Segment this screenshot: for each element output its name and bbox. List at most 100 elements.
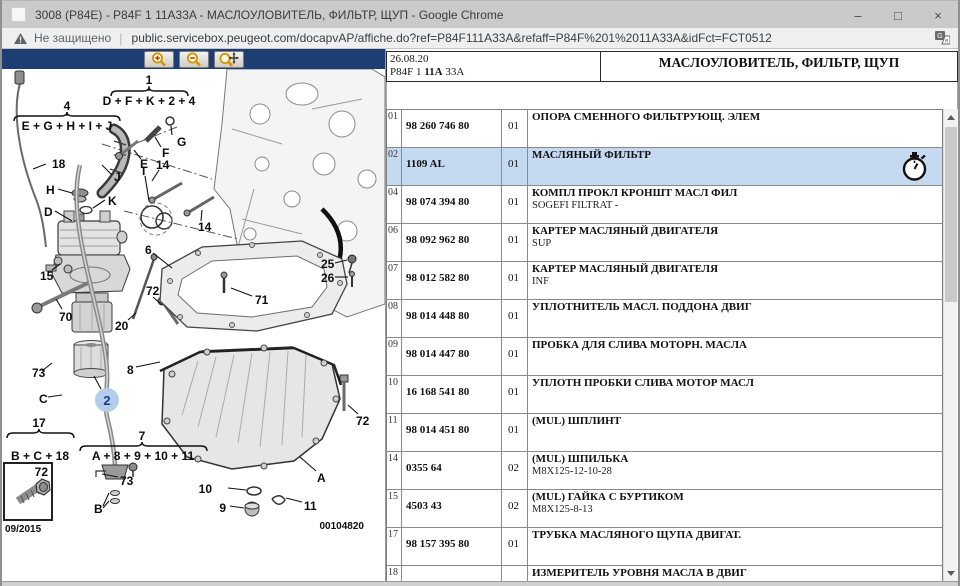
callout-group17-formula: B + C + 18	[11, 449, 69, 463]
part-description: (MUL) ШПЛИНТ	[532, 415, 942, 428]
callout-10: 10	[199, 482, 213, 496]
window-bottom-edge	[2, 581, 958, 586]
quantity: 01	[501, 110, 527, 147]
zoom-in-button[interactable]	[144, 51, 174, 68]
part-description: УПЛОТН ПРОБКИ СЛИВА МОТОР МАСЛ	[532, 377, 942, 390]
row-number: 10	[387, 376, 401, 413]
part-note: INF	[532, 276, 942, 288]
description-cell: (MUL) ШПИЛЬКА M8X125-12-10-28	[527, 452, 942, 489]
row-number: 08	[387, 300, 401, 337]
callout-73a: 73	[32, 366, 46, 380]
part-note: SOGEFI FILTRAT -	[532, 200, 942, 212]
callout-6: 6	[145, 243, 152, 257]
minimize-button[interactable]: –	[838, 1, 878, 29]
table-row[interactable]: 04 98 074 394 80 01 КОМПЛ ПРОКЛ КРОНШТ М…	[387, 186, 942, 224]
row-number: 07	[387, 262, 401, 299]
scrollbar-down-arrow-icon[interactable]	[944, 565, 958, 581]
svg-text:G: G	[937, 33, 942, 40]
maximize-button[interactable]: □	[878, 1, 918, 29]
table-scrollbar[interactable]	[943, 109, 958, 581]
browser-window: 3008 (P84E) - P84F 1 11A33A - МАСЛОУЛОВИ…	[0, 0, 960, 586]
page-favicon	[11, 7, 26, 22]
description-cell: УПЛОТНИТЕЛЬ МАСЛ. ПОДДОНА ДВИГ	[527, 300, 942, 337]
part-description: КАРТЕР МАСЛЯНЫЙ ДВИГАТЕЛЯ	[532, 225, 942, 238]
callout-18: 18	[52, 157, 66, 171]
quantity: 01	[501, 414, 527, 451]
quantity: 02	[501, 490, 527, 527]
table-row[interactable]: 01 98 260 746 80 01 ОПОРА СМЕННОГО ФИЛЬТ…	[387, 110, 942, 148]
table-row[interactable]: 17 98 157 395 80 01 ТРУБКА МАСЛЯНОГО ЩУП…	[387, 528, 942, 566]
description-cell: МАСЛЯНЫЙ ФИЛЬТР	[527, 148, 942, 185]
callout-I: I	[142, 164, 145, 178]
part-note: M8X125-8-13	[532, 504, 942, 516]
row-number: 18	[387, 566, 401, 581]
part-number: 1109 AL	[401, 148, 501, 185]
description-cell: ОПОРА СМЕННОГО ФИЛЬТРУЮЩ. ЭЛЕМ	[527, 110, 942, 147]
row-number: 14	[387, 452, 401, 489]
quantity: 01	[501, 224, 527, 261]
description-cell: КАРТЕР МАСЛЯНЫЙ ДВИГАТЕЛЯ INF	[527, 262, 942, 299]
diagram-canvas[interactable]: 1 D + F + K + 2 + 4 4 E + G + H + I + J …	[2, 69, 385, 581]
table-row[interactable]: 02 1109 AL 01 МАСЛЯНЫЙ ФИЛЬТР	[387, 148, 942, 186]
url-field[interactable]: public.servicebox.peugeot.com/docapvAP/a…	[132, 31, 927, 45]
zoom-out-button[interactable]	[179, 51, 209, 68]
document-ref-code: P84F 1 11A 33A	[390, 66, 597, 79]
inset-date: 09/2015	[5, 524, 42, 535]
part-number: 98 014 451 80	[401, 414, 501, 451]
quantity: 01	[501, 376, 527, 413]
table-row[interactable]: 07 98 012 582 80 01 КАРТЕР МАСЛЯНЫЙ ДВИГ…	[387, 262, 942, 300]
description-cell: ПРОБКА ДЛЯ СЛИВА МОТОРН. МАСЛА	[527, 338, 942, 375]
part-description: КОМПЛ ПРОКЛ КРОНШТ МАСЛ ФИЛ	[532, 187, 942, 200]
description-cell: КАРТЕР МАСЛЯНЫЙ ДВИГАТЕЛЯ SUP	[527, 224, 942, 261]
callout-2-highlighted: 2	[103, 393, 110, 408]
callout-H: H	[46, 183, 55, 197]
callout-73b: 73	[120, 474, 134, 488]
part-number: 98 260 746 80	[401, 110, 501, 147]
part-number	[401, 566, 501, 581]
part-number: 4503 43	[401, 490, 501, 527]
description-cell: (MUL) ГАЙКА С БУРТИКОМ M8X125-8-13	[527, 490, 942, 527]
callout-group4-number: 4	[64, 99, 71, 113]
scrollbar-thumb[interactable]	[945, 127, 957, 302]
not-secure-warning-icon[interactable]	[14, 33, 27, 44]
table-row[interactable]: 15 4503 43 02 (MUL) ГАЙКА С БУРТИКОМ M8X…	[387, 490, 942, 528]
zoom-pan-button[interactable]	[214, 51, 244, 68]
address-bar: Не защищено | public.servicebox.peugeot.…	[2, 28, 958, 49]
callout-9: 9	[219, 501, 226, 515]
table-row[interactable]: 11 98 014 451 80 01 (MUL) ШПЛИНТ	[387, 414, 942, 452]
callout-group1-formula: D + F + K + 2 + 4	[103, 94, 196, 108]
part-description: КАРТЕР МАСЛЯНЫЙ ДВИГАТЕЛЯ	[532, 263, 942, 276]
callout-25: 25	[321, 257, 335, 271]
description-cell: (MUL) ШПЛИНТ	[527, 414, 942, 451]
parts-pane: 26.08.20 P84F 1 11A 33A МАСЛОУЛОВИТЕЛЬ, …	[386, 49, 958, 581]
callout-72b: 72	[356, 414, 370, 428]
table-row[interactable]: 08 98 014 448 80 01 УПЛОТНИТЕЛЬ МАСЛ. ПО…	[387, 300, 942, 338]
translate-icon[interactable]: Gя	[935, 31, 950, 45]
table-row[interactable]: 10 16 168 541 80 01 УПЛОТН ПРОБКИ СЛИВА …	[387, 376, 942, 414]
part-description: ТРУБКА МАСЛЯНОГО ЩУПА ДВИГАТ.	[532, 529, 942, 542]
part-description: (MUL) ГАЙКА С БУРТИКОМ	[532, 491, 942, 504]
diagram-pane: 1 D + F + K + 2 + 4 4 E + G + H + I + J …	[2, 49, 386, 581]
diagram-toolbar	[2, 49, 385, 69]
security-label[interactable]: Не защищено	[34, 31, 111, 45]
table-row[interactable]: 09 98 014 447 80 01 ПРОБКА ДЛЯ СЛИВА МОТ…	[387, 338, 942, 376]
table-row[interactable]: 14 0355 64 02 (MUL) ШПИЛЬКА M8X125-12-10…	[387, 452, 942, 490]
svg-text:я: я	[945, 37, 949, 44]
callout-71: 71	[255, 293, 269, 307]
callout-14a: 14	[156, 158, 170, 172]
close-button[interactable]: ×	[918, 1, 958, 29]
callout-D: D	[44, 205, 53, 219]
table-row[interactable]: 18 ИЗМЕРИТЕЛЬ УРОВНЯ МАСЛА В ДВИГ	[387, 566, 942, 581]
part-number: 98 092 962 80	[401, 224, 501, 261]
document-header: 26.08.20 P84F 1 11A 33A МАСЛОУЛОВИТЕЛЬ, …	[386, 51, 958, 82]
quantity: 02	[501, 452, 527, 489]
part-description: ПРОБКА ДЛЯ СЛИВА МОТОРН. МАСЛА	[532, 339, 942, 352]
row-number: 02	[387, 148, 401, 185]
quantity: 01	[501, 300, 527, 337]
inset-number: 72	[35, 465, 49, 479]
row-number: 01	[387, 110, 401, 147]
callout-group7-number: 7	[139, 429, 146, 443]
table-row[interactable]: 06 98 092 962 80 01 КАРТЕР МАСЛЯНЫЙ ДВИГ…	[387, 224, 942, 262]
callout-K: K	[108, 194, 117, 208]
scrollbar-up-arrow-icon[interactable]	[944, 109, 958, 125]
